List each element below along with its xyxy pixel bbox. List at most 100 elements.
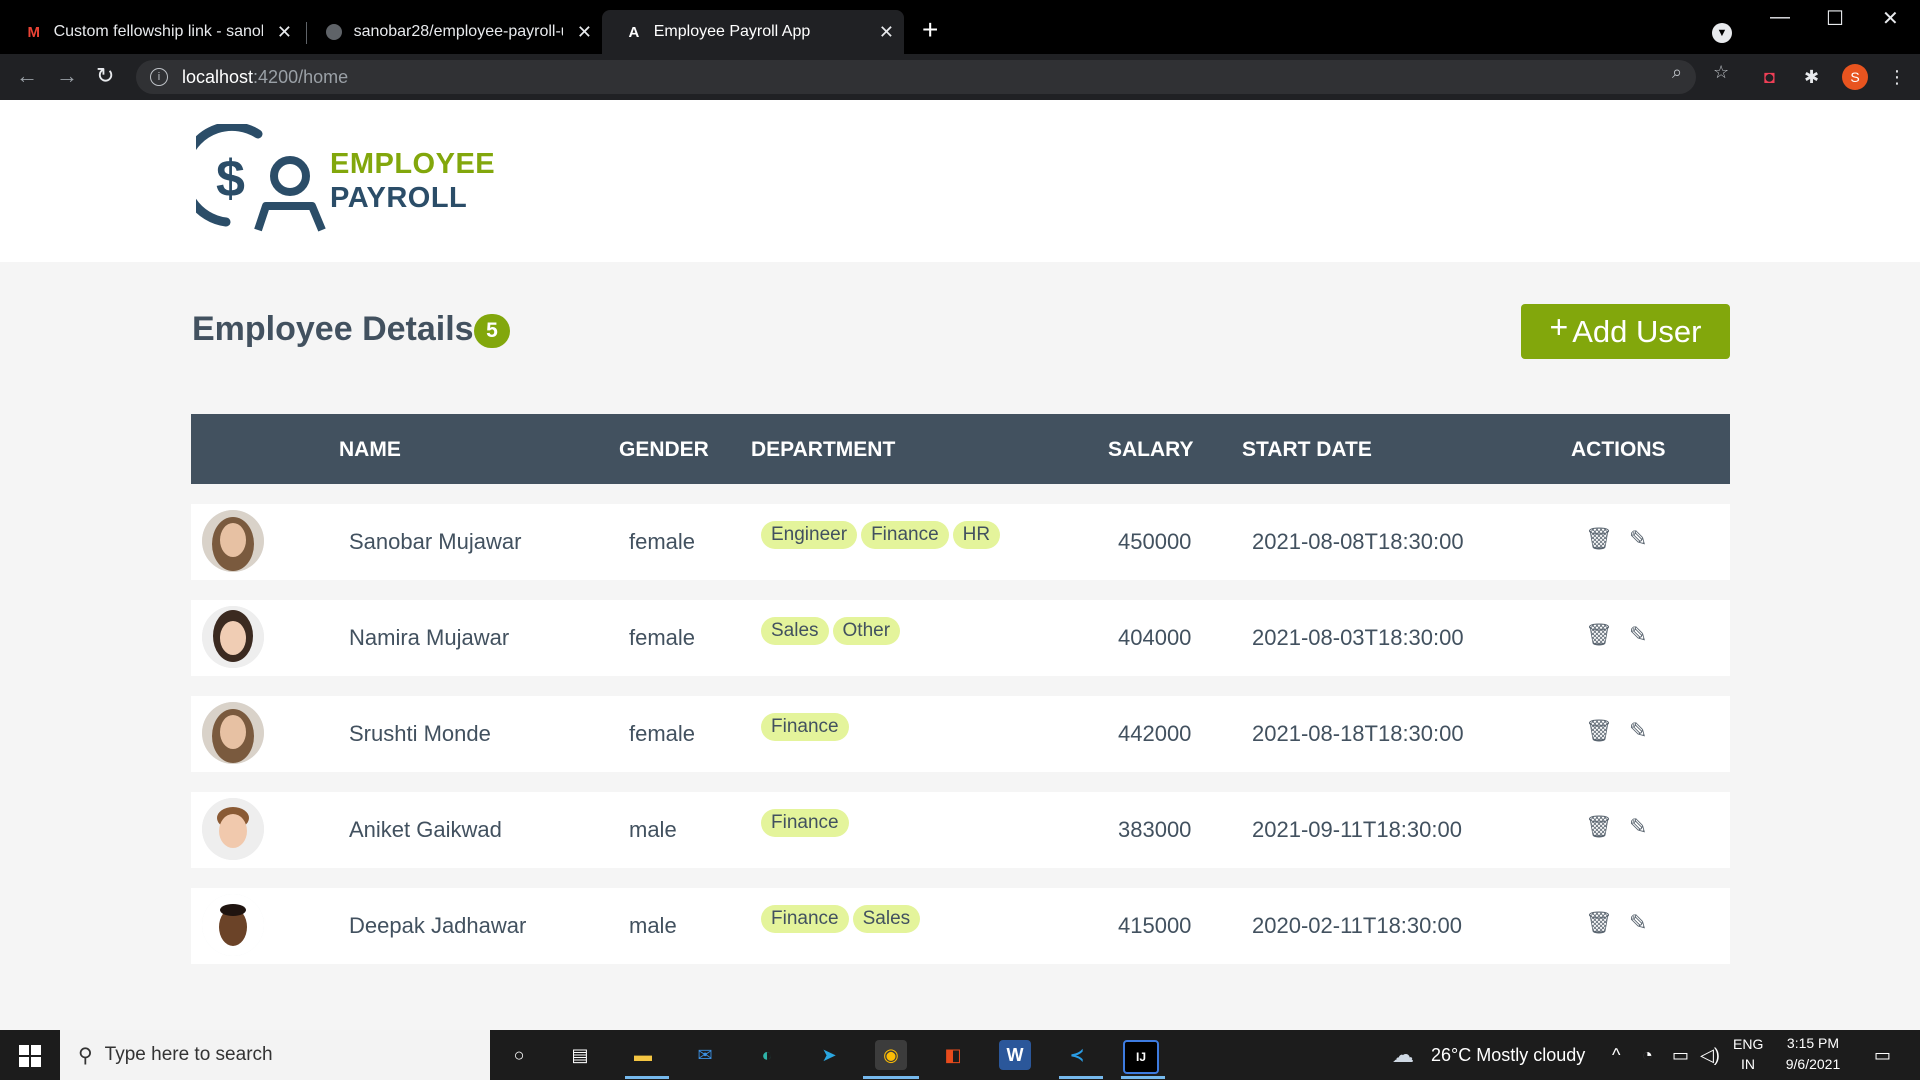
edit-pencil-icon[interactable]: ✎ bbox=[1629, 622, 1647, 648]
employee-gender: female bbox=[629, 529, 696, 554]
department-tags: Finance Sales bbox=[761, 905, 924, 933]
maximize-icon[interactable]: ☐ bbox=[1826, 6, 1844, 31]
logo-text-payroll: PAYROLL bbox=[330, 182, 468, 214]
chrome-icon[interactable]: ◉ bbox=[875, 1040, 907, 1070]
tab-employee-payroll[interactable]: A Employee Payroll App ✕ bbox=[602, 10, 904, 54]
cloud-weather-icon[interactable]: ☁ bbox=[1392, 1042, 1414, 1068]
chevron-down-icon[interactable]: ▼ bbox=[1712, 23, 1732, 43]
minimize-icon[interactable]: — bbox=[1770, 6, 1790, 29]
employee-gender: male bbox=[629, 913, 677, 938]
payroll-logo-icon: $ bbox=[196, 124, 326, 232]
employee-gender: male bbox=[629, 817, 677, 842]
new-tab-icon[interactable]: + bbox=[922, 16, 938, 44]
department-tags: Finance bbox=[761, 809, 853, 837]
close-tab-icon[interactable]: ✕ bbox=[577, 22, 592, 43]
edit-pencil-icon[interactable]: ✎ bbox=[1629, 718, 1647, 744]
edit-pencil-icon[interactable]: ✎ bbox=[1629, 814, 1647, 840]
office-icon[interactable]: ◧ bbox=[937, 1040, 969, 1070]
task-view-icon[interactable]: ▤ bbox=[564, 1040, 596, 1070]
windows-start-icon[interactable] bbox=[19, 1045, 41, 1067]
word-icon[interactable]: W bbox=[999, 1040, 1031, 1070]
clock-time[interactable]: 3:15 PM bbox=[1778, 1035, 1848, 1051]
employee-gender: female bbox=[629, 721, 696, 746]
zoom-icon[interactable]: ⌕ bbox=[1672, 62, 1682, 83]
delete-icon[interactable]: 🗑 bbox=[1585, 910, 1613, 936]
table-row: Deepak Jadhawar male Finance Sales 41500… bbox=[191, 888, 1730, 964]
forward-icon[interactable]: → bbox=[56, 63, 78, 89]
battery-icon[interactable]: ▭ bbox=[1672, 1045, 1689, 1066]
close-tab-icon[interactable]: ✕ bbox=[879, 22, 894, 43]
notification-center-icon[interactable]: ▭ bbox=[1874, 1045, 1891, 1066]
add-user-button[interactable]: + Add User bbox=[1521, 304, 1730, 359]
edit-pencil-icon[interactable]: ✎ bbox=[1629, 526, 1647, 552]
url-path: :4200/home bbox=[253, 66, 349, 87]
department-tags: Sales Other bbox=[761, 617, 904, 645]
app-header: $ EMPLOYEE PAYROLL bbox=[0, 100, 1920, 262]
address-bar[interactable]: i localhost:4200/home bbox=[136, 60, 1696, 94]
department-tag: Finance bbox=[861, 521, 949, 549]
edit-pencil-icon[interactable]: ✎ bbox=[1629, 910, 1647, 936]
employee-name: Aniket Gaikwad bbox=[349, 817, 502, 842]
delete-icon[interactable]: 🗑 bbox=[1585, 814, 1613, 840]
table-row: Sanobar Mujawar female Engineer Finance … bbox=[191, 504, 1730, 580]
delete-icon[interactable]: 🗑 bbox=[1585, 526, 1613, 552]
search-placeholder: Type here to search bbox=[104, 1044, 273, 1065]
employee-start-date: 2020-02-11T18:30:00 bbox=[1252, 913, 1462, 938]
employee-start-date: 2021-08-03T18:30:00 bbox=[1252, 625, 1464, 650]
profile-avatar[interactable]: S bbox=[1842, 64, 1868, 90]
telegram-icon[interactable]: ➤ bbox=[813, 1040, 845, 1070]
employee-salary: 442000 bbox=[1118, 721, 1192, 746]
logo-text-employee: EMPLOYEE bbox=[330, 148, 496, 180]
language-region[interactable]: IN bbox=[1733, 1056, 1763, 1072]
chevron-up-icon[interactable]: ^ bbox=[1612, 1045, 1620, 1066]
clock-date[interactable]: 9/6/2021 bbox=[1778, 1056, 1848, 1072]
language-code[interactable]: ENG bbox=[1733, 1036, 1763, 1052]
info-icon[interactable]: i bbox=[150, 68, 168, 86]
tab-github[interactable]: sanobar28/employee-payroll-ui ✕ bbox=[302, 10, 602, 54]
employee-name: Srushti Monde bbox=[349, 721, 491, 746]
employee-salary: 415000 bbox=[1118, 913, 1192, 938]
delete-icon[interactable]: 🗑 bbox=[1585, 622, 1613, 648]
network-icon[interactable]: ◔ bbox=[1642, 1045, 1653, 1066]
table-row: Aniket Gaikwad male Finance 383000 2021-… bbox=[191, 792, 1730, 868]
weather-text[interactable]: 26°C Mostly cloudy bbox=[1431, 1045, 1585, 1066]
employee-salary: 450000 bbox=[1118, 529, 1192, 554]
table-row: Srushti Monde female Finance 442000 2021… bbox=[191, 696, 1730, 772]
tab-gmail[interactable]: M Custom fellowship link - sanobar ✕ bbox=[2, 10, 302, 54]
employee-start-date: 2021-08-18T18:30:00 bbox=[1252, 721, 1464, 746]
column-header-gender: GENDER bbox=[619, 438, 709, 461]
pocket-extension-icon[interactable]: ◘ bbox=[1764, 67, 1775, 88]
taskbar-search-input[interactable]: ⚲ Type here to search bbox=[60, 1030, 490, 1080]
column-header-start-date: START DATE bbox=[1242, 438, 1372, 461]
column-header-name: NAME bbox=[339, 438, 401, 461]
employee-count-badge: 5 bbox=[474, 314, 510, 348]
vscode-icon[interactable]: ≺ bbox=[1061, 1040, 1093, 1070]
gmail-icon: M bbox=[27, 23, 41, 41]
delete-icon[interactable]: 🗑 bbox=[1585, 718, 1613, 744]
file-explorer-icon[interactable]: ▬ bbox=[627, 1040, 659, 1070]
employee-avatar bbox=[202, 606, 264, 668]
cortana-icon[interactable]: ○ bbox=[503, 1040, 535, 1070]
column-header-salary: SALARY bbox=[1108, 438, 1194, 461]
back-icon[interactable]: ← bbox=[16, 63, 38, 89]
browser-toolbar: ← → ↻ i localhost:4200/home ⌕ ☆ ◘ ✱ S ⋮ bbox=[0, 54, 1920, 100]
employee-salary: 383000 bbox=[1118, 817, 1192, 842]
reload-icon[interactable]: ↻ bbox=[96, 63, 114, 89]
tab-title: Employee Payroll App bbox=[653, 23, 811, 40]
tab-title: sanobar28/employee-payroll-ui bbox=[353, 23, 563, 40]
volume-icon[interactable]: ◁) bbox=[1700, 1045, 1720, 1066]
department-tag: Other bbox=[832, 617, 901, 645]
mail-icon[interactable]: ✉ bbox=[689, 1040, 721, 1070]
table-row: Namira Mujawar female Sales Other 404000… bbox=[191, 600, 1730, 676]
bookmark-star-icon[interactable]: ☆ bbox=[1713, 62, 1729, 83]
close-window-icon[interactable]: ✕ bbox=[1882, 6, 1899, 31]
employee-avatar bbox=[202, 798, 264, 860]
angular-icon: A bbox=[628, 23, 640, 41]
menu-kebab-icon[interactable]: ⋮ bbox=[1888, 67, 1906, 88]
employee-start-date: 2021-09-11T18:30:00 bbox=[1252, 817, 1462, 842]
close-tab-icon[interactable]: ✕ bbox=[277, 22, 292, 43]
edge-browser-icon[interactable]: ◐ bbox=[751, 1040, 783, 1070]
extensions-puzzle-icon[interactable]: ✱ bbox=[1804, 67, 1819, 88]
employee-name: Sanobar Mujawar bbox=[349, 529, 522, 554]
intellij-icon[interactable]: IJ bbox=[1123, 1040, 1159, 1074]
